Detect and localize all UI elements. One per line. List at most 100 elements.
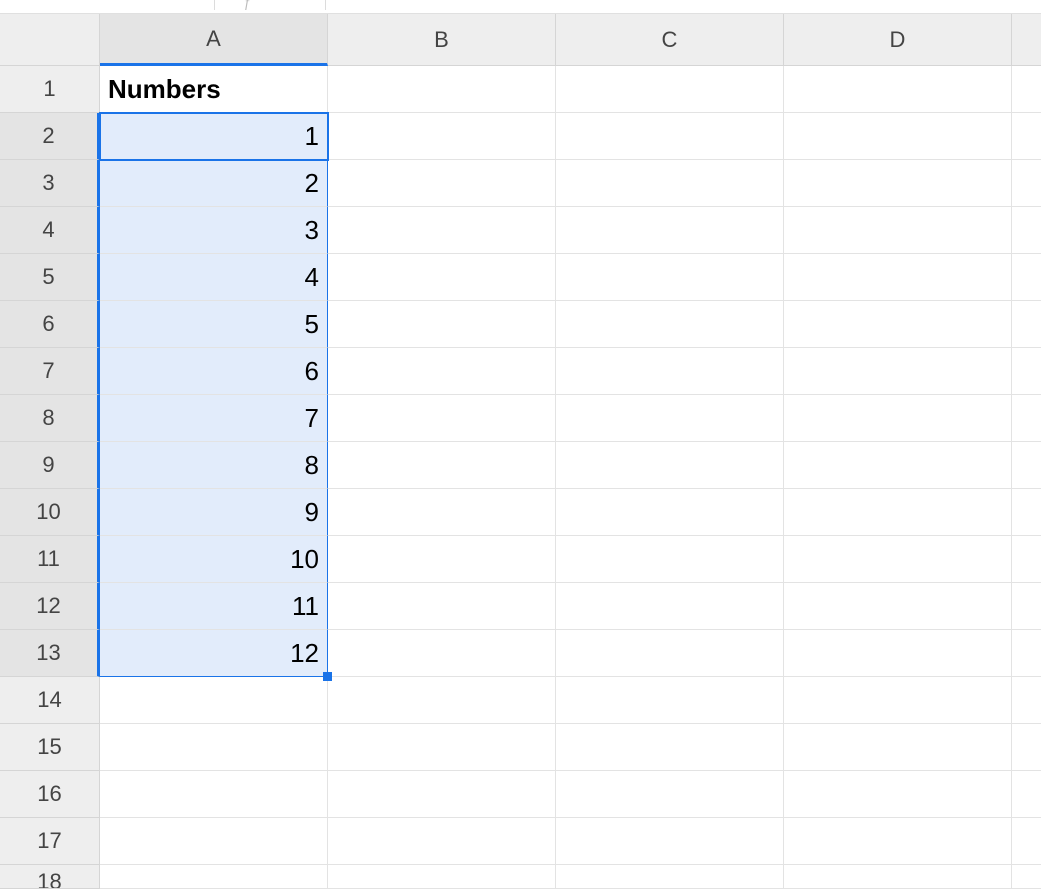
column-header[interactable]: [1012, 14, 1041, 66]
row-header[interactable]: 5: [0, 254, 100, 301]
cell[interactable]: [556, 865, 784, 889]
row-header[interactable]: 3: [0, 160, 100, 207]
cell[interactable]: [556, 724, 784, 771]
row-header[interactable]: 1: [0, 66, 100, 113]
cell[interactable]: [328, 536, 556, 583]
cell[interactable]: [784, 583, 1012, 630]
cell[interactable]: [1012, 395, 1041, 442]
row-header[interactable]: 12: [0, 583, 100, 630]
grid[interactable]: ABCD1Numbers2132435465768798109111012111…: [0, 14, 1041, 889]
cell[interactable]: [328, 818, 556, 865]
cell[interactable]: 11: [100, 583, 328, 630]
cell[interactable]: [328, 348, 556, 395]
cell[interactable]: [784, 207, 1012, 254]
row-header[interactable]: 16: [0, 771, 100, 818]
cell[interactable]: [556, 536, 784, 583]
cell[interactable]: [556, 630, 784, 677]
cell[interactable]: [328, 395, 556, 442]
cell[interactable]: 5: [100, 301, 328, 348]
cell[interactable]: [784, 301, 1012, 348]
cell[interactable]: [100, 865, 328, 889]
column-header[interactable]: B: [328, 14, 556, 66]
cell[interactable]: [328, 583, 556, 630]
cell[interactable]: [784, 348, 1012, 395]
row-header[interactable]: 13: [0, 630, 100, 677]
cell[interactable]: [556, 160, 784, 207]
row-header[interactable]: 8: [0, 395, 100, 442]
row-header[interactable]: 7: [0, 348, 100, 395]
cell[interactable]: [784, 677, 1012, 724]
row-header[interactable]: 4: [0, 207, 100, 254]
cell[interactable]: [1012, 301, 1041, 348]
cell[interactable]: [784, 442, 1012, 489]
cell[interactable]: [328, 66, 556, 113]
cell[interactable]: [328, 442, 556, 489]
row-header[interactable]: 18: [0, 865, 100, 889]
cell[interactable]: Numbers: [100, 66, 328, 113]
cell[interactable]: [328, 254, 556, 301]
cell[interactable]: [1012, 207, 1041, 254]
column-header[interactable]: A: [100, 14, 328, 66]
cell[interactable]: [556, 677, 784, 724]
cell[interactable]: [556, 66, 784, 113]
cell[interactable]: 3: [100, 207, 328, 254]
fill-handle[interactable]: [323, 672, 332, 681]
row-header[interactable]: 9: [0, 442, 100, 489]
cell[interactable]: [784, 724, 1012, 771]
cell[interactable]: [1012, 724, 1041, 771]
cell[interactable]: [556, 207, 784, 254]
cell[interactable]: [1012, 536, 1041, 583]
column-header[interactable]: D: [784, 14, 1012, 66]
cell[interactable]: [556, 818, 784, 865]
select-all-corner[interactable]: [0, 14, 100, 66]
column-header[interactable]: C: [556, 14, 784, 66]
cell[interactable]: [784, 771, 1012, 818]
cell[interactable]: [556, 113, 784, 160]
cell[interactable]: [556, 301, 784, 348]
cell[interactable]: [100, 771, 328, 818]
cell[interactable]: [1012, 254, 1041, 301]
cell[interactable]: [1012, 348, 1041, 395]
cell[interactable]: [328, 724, 556, 771]
cell[interactable]: [784, 818, 1012, 865]
cell[interactable]: [1012, 442, 1041, 489]
cell[interactable]: [556, 254, 784, 301]
cell[interactable]: 6: [100, 348, 328, 395]
cell[interactable]: [100, 677, 328, 724]
cell[interactable]: [100, 818, 328, 865]
row-header[interactable]: 11: [0, 536, 100, 583]
cell[interactable]: [328, 771, 556, 818]
cell[interactable]: 8: [100, 442, 328, 489]
cell[interactable]: [784, 113, 1012, 160]
cell[interactable]: [1012, 160, 1041, 207]
cell[interactable]: [784, 536, 1012, 583]
cell[interactable]: [1012, 630, 1041, 677]
cell[interactable]: [556, 395, 784, 442]
cell[interactable]: [328, 207, 556, 254]
cell[interactable]: [784, 66, 1012, 113]
cell[interactable]: [1012, 66, 1041, 113]
row-header[interactable]: 10: [0, 489, 100, 536]
cell[interactable]: [328, 489, 556, 536]
row-header[interactable]: 17: [0, 818, 100, 865]
cell[interactable]: 4: [100, 254, 328, 301]
cell[interactable]: [784, 160, 1012, 207]
cell[interactable]: [328, 113, 556, 160]
cell[interactable]: 10: [100, 536, 328, 583]
cell[interactable]: [556, 348, 784, 395]
cell[interactable]: [784, 254, 1012, 301]
cell[interactable]: 7: [100, 395, 328, 442]
row-header[interactable]: 15: [0, 724, 100, 771]
row-header[interactable]: 14: [0, 677, 100, 724]
row-header[interactable]: 2: [0, 113, 100, 160]
cell[interactable]: [556, 442, 784, 489]
cell[interactable]: [328, 630, 556, 677]
cell[interactable]: [1012, 865, 1041, 889]
cell[interactable]: [1012, 583, 1041, 630]
cell[interactable]: [1012, 818, 1041, 865]
cell[interactable]: [328, 301, 556, 348]
cell[interactable]: [1012, 113, 1041, 160]
cell[interactable]: [784, 489, 1012, 536]
row-header[interactable]: 6: [0, 301, 100, 348]
cell[interactable]: [100, 724, 328, 771]
